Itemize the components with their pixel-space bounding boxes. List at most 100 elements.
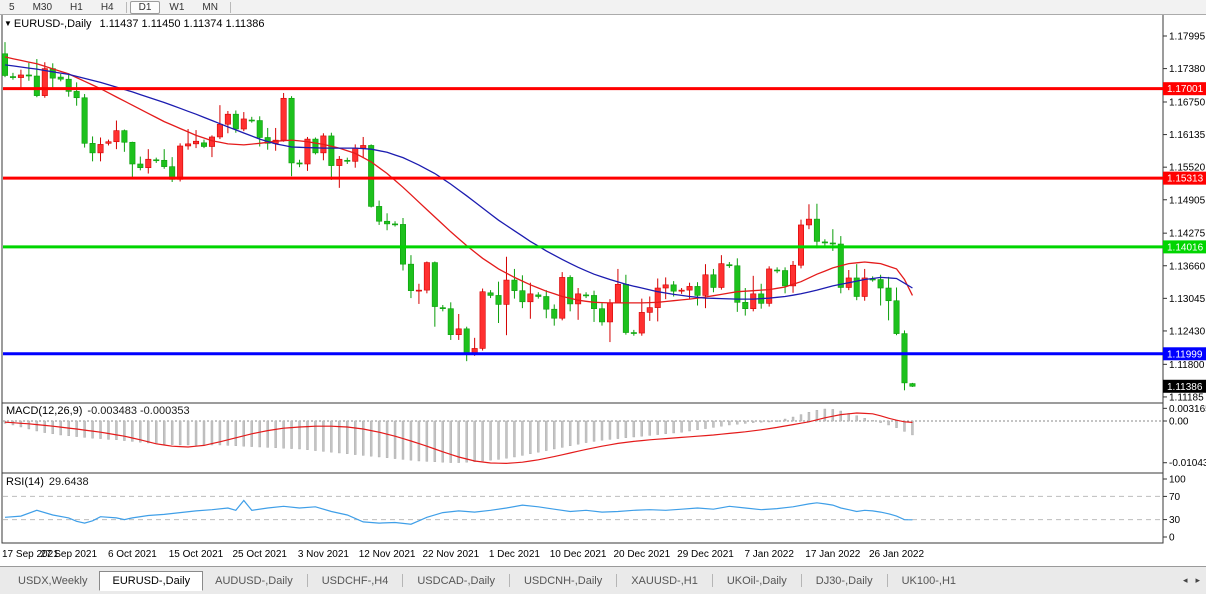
macd-histogram-bar <box>665 421 667 434</box>
candle <box>464 329 469 354</box>
macd-histogram-bar <box>283 421 285 448</box>
macd-histogram-bar <box>402 421 404 459</box>
macd-histogram-bar <box>322 421 324 451</box>
macd-histogram-bar <box>704 421 706 429</box>
tab-uk100-h1[interactable]: UK100-,H1 <box>890 572 968 590</box>
candle <box>727 265 732 266</box>
tab-ukoil-daily[interactable]: UKOil-,Daily <box>715 572 799 590</box>
candle <box>782 271 787 286</box>
date-axis-label: 29 Dec 2021 <box>677 549 734 560</box>
macd-histogram-bar <box>370 421 372 456</box>
timeframe-button-mn[interactable]: MN <box>193 1 227 14</box>
macd-histogram-bar <box>211 421 213 445</box>
candle <box>663 285 668 288</box>
macd-histogram-bar <box>299 421 301 449</box>
macd-histogram-bar <box>163 421 165 444</box>
candle <box>719 264 724 288</box>
candle <box>751 294 756 309</box>
candle <box>26 75 31 76</box>
macd-histogram-bar <box>84 421 86 437</box>
macd-histogram-bar <box>36 421 38 431</box>
candle <box>830 243 835 244</box>
chart-canvas[interactable]: 1.179951.173801.167501.161351.155201.149… <box>0 0 1206 594</box>
candle <box>185 144 190 146</box>
macd-histogram-bar <box>720 421 722 426</box>
candle <box>440 308 445 309</box>
tab-scroll-right-icon[interactable]: ▸ <box>1195 575 1200 586</box>
tab-divider <box>616 574 617 587</box>
candle <box>671 285 676 291</box>
tab-divider <box>307 574 308 587</box>
macd-histogram-bar <box>856 416 858 421</box>
tab-divider <box>509 574 510 587</box>
macd-histogram-bar <box>426 421 428 461</box>
timeframe-button-m30[interactable]: M30 <box>24 1 61 14</box>
date-axis-label: 22 Nov 2021 <box>422 549 479 560</box>
tab-divider <box>887 574 888 587</box>
price-axis-label: 1.11800 <box>1169 360 1205 371</box>
macd-histogram-bar <box>505 421 507 458</box>
macd-histogram-bar <box>625 421 627 438</box>
macd-histogram-bar <box>896 421 898 428</box>
macd-histogram-bar <box>275 421 277 448</box>
price-axis-label: 1.16135 <box>1169 130 1206 141</box>
candle <box>902 334 907 383</box>
timeframe-button-d1[interactable]: D1 <box>130 1 161 14</box>
macd-histogram-bar <box>466 421 468 462</box>
timeframe-button-w1[interactable]: W1 <box>160 1 193 14</box>
macd-histogram-bar <box>649 421 651 435</box>
macd-histogram-bar <box>115 421 117 440</box>
macd-axis-label: 0.00 <box>1169 417 1189 428</box>
macd-histogram-bar <box>291 421 293 449</box>
tab-eurusd-daily[interactable]: EURUSD-,Daily <box>99 571 203 591</box>
candle <box>257 121 262 138</box>
candle <box>687 286 692 290</box>
macd-histogram-bar <box>553 421 555 449</box>
macd-histogram-bar <box>187 421 189 445</box>
macd-histogram-bar <box>697 421 699 430</box>
candle <box>376 206 381 221</box>
timeframe-button-h1[interactable]: H1 <box>61 1 92 14</box>
macd-histogram-bar <box>92 421 94 438</box>
candle <box>162 160 167 166</box>
timeframe-button-5[interactable]: 5 <box>0 1 24 14</box>
tab-usdchf-h4[interactable]: USDCHF-,H4 <box>310 572 401 590</box>
candle <box>146 159 151 167</box>
macd-histogram-bar <box>673 421 675 433</box>
tab-scroll-left-icon[interactable]: ◂ <box>1183 575 1188 586</box>
rsi-axis-label: 70 <box>1169 492 1181 503</box>
timeframe-button-h4[interactable]: H4 <box>92 1 123 14</box>
macd-histogram-bar <box>155 421 157 444</box>
macd-histogram-bar <box>306 421 308 450</box>
macd-histogram-bar <box>44 421 46 433</box>
price-axis-label: 1.13045 <box>1169 294 1206 305</box>
candle <box>743 302 748 308</box>
tab-audusd-daily[interactable]: AUDUSD-,Daily <box>203 572 305 590</box>
macd-histogram-bar <box>792 417 794 421</box>
date-axis-label: 26 Jan 2022 <box>869 549 924 560</box>
candle <box>329 136 334 166</box>
tab-dj30-daily[interactable]: DJ30-,Daily <box>804 572 885 590</box>
tab-usdcad-daily[interactable]: USDCAD-,Daily <box>405 572 507 590</box>
date-axis-label: 3 Nov 2021 <box>298 549 350 560</box>
macd-histogram-bar <box>354 421 356 455</box>
price-axis-label: 1.11185 <box>1169 392 1204 403</box>
candle <box>735 266 740 303</box>
candle <box>520 291 525 302</box>
tab-usdcnh-daily[interactable]: USDCNH-,Daily <box>512 572 614 590</box>
macd-histogram-bar <box>203 421 205 445</box>
macd-histogram-bar <box>139 421 141 442</box>
tab-xauusd-h1[interactable]: XAUUSD-,H1 <box>619 572 710 590</box>
macd-histogram-bar <box>179 421 181 445</box>
price-axis-label: 1.16750 <box>1169 97 1206 108</box>
candle <box>114 131 119 142</box>
candle <box>822 242 827 243</box>
candle <box>313 139 318 153</box>
candle <box>623 284 628 332</box>
candle <box>512 280 517 291</box>
macd-histogram-bar <box>474 421 476 462</box>
rsi-panel <box>2 473 1163 543</box>
tab-usdx-weekly[interactable]: USDX,Weekly <box>6 572 99 590</box>
price-axis-label: 1.12430 <box>1169 326 1206 337</box>
candle <box>790 265 795 286</box>
